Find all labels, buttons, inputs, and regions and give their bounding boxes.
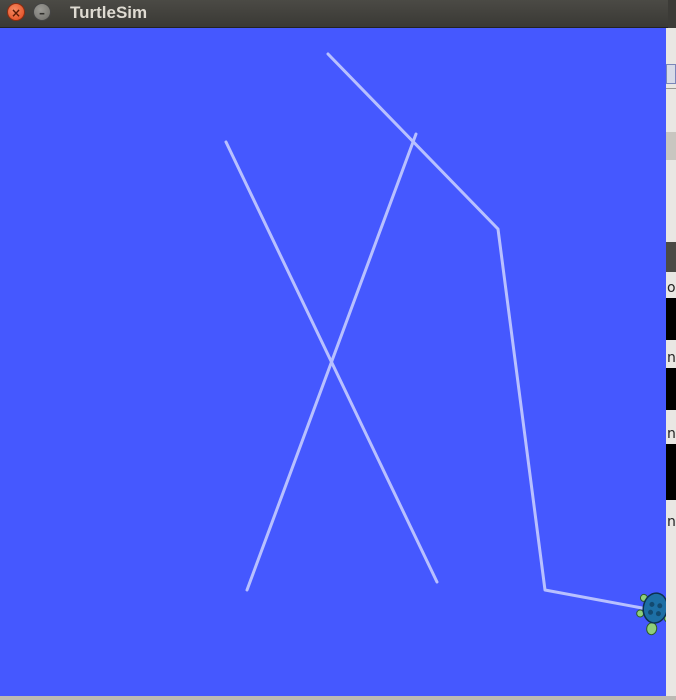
window-title: TurtleSim	[70, 3, 148, 22]
turtle-icon	[636, 592, 666, 636]
pen-trail-segment	[326, 52, 644, 610]
background-window-text: o	[667, 280, 676, 296]
background-window-text: n	[667, 426, 676, 442]
close-window-button[interactable]: ×	[7, 3, 25, 21]
close-icon: ×	[10, 6, 22, 20]
pen-trail-segment	[245, 132, 418, 592]
background-window-text: n	[667, 350, 676, 366]
window-titlebar[interactable]: × – TurtleSim	[0, 0, 668, 28]
turtle-trail-drawing	[224, 52, 666, 636]
minimize-window-button[interactable]: –	[33, 3, 51, 21]
background-window-text: ns	[667, 514, 676, 530]
desktop-bottom-edge	[0, 696, 676, 700]
background-window-edge: o n n ns	[666, 28, 676, 700]
turtlesim-canvas	[0, 28, 666, 696]
minimize-icon: –	[39, 6, 45, 20]
